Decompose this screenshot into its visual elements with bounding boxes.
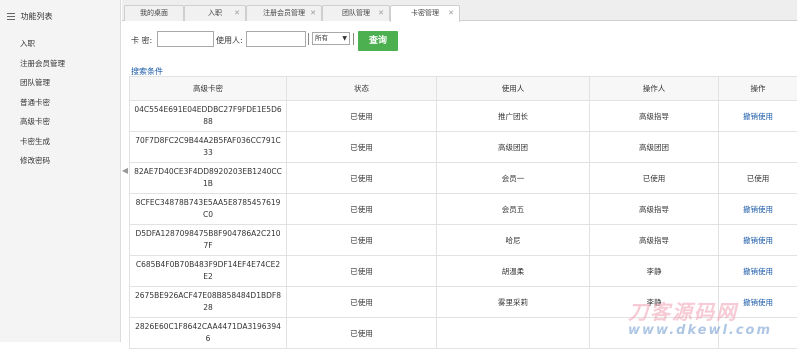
user-cell: 会员五 bbox=[437, 194, 590, 225]
operator-cell: 高级指导 bbox=[590, 101, 719, 132]
close-icon[interactable]: ✕ bbox=[310, 6, 316, 21]
user-cell: 胡温柔 bbox=[437, 256, 590, 287]
revoke-use-link[interactable]: 撤销使用 bbox=[743, 267, 773, 276]
action-cell: 撤销使用 bbox=[719, 194, 797, 225]
status-cell: 已使用 bbox=[287, 256, 437, 287]
user-cell bbox=[437, 318, 590, 349]
operator-cell: 李静 bbox=[590, 256, 719, 287]
user-cell: 推广团长 bbox=[437, 101, 590, 132]
tab-desktop[interactable]: 我的桌面 bbox=[124, 5, 184, 21]
card-label: 卡 密: bbox=[131, 35, 152, 46]
tab-member-management[interactable]: 注册会员管理 ✕ bbox=[246, 5, 322, 21]
collapse-sidebar-icon[interactable]: ◀ bbox=[121, 160, 129, 182]
operator-cell: 高级指导 bbox=[590, 225, 719, 256]
card-input[interactable] bbox=[157, 31, 214, 47]
table-row: 82AE7D40CE3F4DD8920203EB1240CC1B 已使用 会员一… bbox=[130, 163, 797, 194]
table-row: 8CFEC34878B743E5AA5E8785457619C0 已使用 会员五… bbox=[130, 194, 797, 225]
status-select[interactable]: 所有 ▼ bbox=[312, 32, 350, 45]
user-cell: 哈尼 bbox=[437, 225, 590, 256]
tab-label: 卡密管理 bbox=[411, 9, 439, 17]
sidebar: 功能列表 入职 注册会员管理 团队管理 普通卡密 高级卡密 卡密生成 修改密码 bbox=[0, 0, 121, 342]
status-cell: 已使用 bbox=[287, 194, 437, 225]
tab-onboarding[interactable]: 入职 ✕ bbox=[184, 5, 246, 21]
sidebar-item-change-password[interactable]: 修改密码 bbox=[0, 151, 120, 171]
revoke-use-link[interactable]: 撤销使用 bbox=[743, 236, 773, 245]
table-row: 04C554E691E04EDDBC27F9FDE1E5D688 已使用 推广团… bbox=[130, 101, 797, 132]
tab-label: 团队管理 bbox=[342, 9, 370, 17]
table-header-row: 高级卡密 状态 使用人 操作人 操作 bbox=[130, 77, 797, 101]
status-cell: 已使用 bbox=[287, 318, 437, 349]
sidebar-item-card-generation[interactable]: 卡密生成 bbox=[0, 132, 120, 152]
card-code-cell: 2675BE926ACF47E08B858484D1BDF828 bbox=[130, 287, 287, 318]
tab-label: 我的桌面 bbox=[140, 9, 168, 17]
divider bbox=[308, 33, 309, 45]
status-cell: 已使用 bbox=[287, 101, 437, 132]
operator-cell: 已使用 bbox=[590, 163, 719, 194]
close-icon[interactable]: ✕ bbox=[234, 6, 240, 21]
tab-label: 注册会员管理 bbox=[263, 9, 305, 17]
close-icon[interactable]: ✕ bbox=[378, 6, 384, 21]
card-code-cell: 70F7D8FC2C9B44A2B5FAF036CC791C33 bbox=[130, 132, 287, 163]
action-cell: 撤销使用 bbox=[719, 101, 797, 132]
table-row: D5DFA1287098475B8F904786A2C2107F 已使用 哈尼 … bbox=[130, 225, 797, 256]
tab-team-management[interactable]: 团队管理 ✕ bbox=[322, 5, 390, 21]
table-row: 70F7D8FC2C9B44A2B5FAF036CC791C33 已使用 高级团… bbox=[130, 132, 797, 163]
status-cell: 已使用 bbox=[287, 132, 437, 163]
column-header-user: 使用人 bbox=[437, 77, 590, 101]
card-code-cell: 82AE7D40CE3F4DD8920203EB1240CC1B bbox=[130, 163, 287, 194]
divider bbox=[353, 33, 354, 45]
sidebar-item-onboarding[interactable]: 入职 bbox=[0, 34, 120, 54]
sidebar-item-normal-cards[interactable]: 普通卡密 bbox=[0, 93, 120, 113]
tab-card-management[interactable]: 卡密管理 ✕ bbox=[390, 5, 460, 22]
card-code-cell: C685B4F0B70B483F9DF14EF4E74CE2E2 bbox=[130, 256, 287, 287]
sidebar-item-team-management[interactable]: 团队管理 bbox=[0, 73, 120, 93]
sidebar-item-member-management[interactable]: 注册会员管理 bbox=[0, 54, 120, 74]
status-cell: 已使用 bbox=[287, 225, 437, 256]
status-cell: 已使用 bbox=[287, 287, 437, 318]
user-cell: 雾里采莉 bbox=[437, 287, 590, 318]
table-row: C685B4F0B70B483F9DF14EF4E74CE2E2 已使用 胡温柔… bbox=[130, 256, 797, 287]
column-header-status: 状态 bbox=[287, 77, 437, 101]
column-header-operator: 操作人 bbox=[590, 77, 719, 101]
sidebar-header: 功能列表 bbox=[0, 0, 120, 34]
status-cell: 已使用 bbox=[287, 163, 437, 194]
menu-icon bbox=[7, 11, 15, 22]
card-code-cell: D5DFA1287098475B8F904786A2C2107F bbox=[130, 225, 287, 256]
user-cell: 会员一 bbox=[437, 163, 590, 194]
operator-cell: 高级指导 bbox=[590, 194, 719, 225]
action-cell: 已使用 bbox=[719, 163, 797, 194]
tab-label: 入职 bbox=[208, 9, 222, 17]
action-cell: 撤销使用 bbox=[719, 256, 797, 287]
query-button[interactable]: 查询 bbox=[358, 31, 398, 51]
action-cell: 撤销使用 bbox=[719, 225, 797, 256]
sidebar-title: 功能列表 bbox=[21, 12, 53, 21]
user-input[interactable] bbox=[246, 31, 306, 47]
sidebar-item-premium-cards[interactable]: 高级卡密 bbox=[0, 112, 120, 132]
chevron-down-icon: ▼ bbox=[342, 33, 347, 44]
column-header-card: 高级卡密 bbox=[130, 77, 287, 101]
revoke-use-link[interactable]: 撤销使用 bbox=[743, 112, 773, 121]
tab-bar: 我的桌面 入职 ✕ 注册会员管理 ✕ 团队管理 ✕ 卡密管理 ✕ bbox=[122, 0, 797, 21]
card-code-cell: 8CFEC34878B743E5AA5E8785457619C0 bbox=[130, 194, 287, 225]
user-label: 使用人: bbox=[216, 35, 243, 46]
watermark-logo: 刀客源码网 bbox=[628, 296, 738, 325]
column-header-action: 操作 bbox=[719, 77, 797, 101]
watermark-url: www.dkewl.com bbox=[628, 323, 772, 338]
action-cell bbox=[719, 132, 797, 163]
user-cell: 高级团团 bbox=[437, 132, 590, 163]
close-icon[interactable]: ✕ bbox=[448, 6, 454, 21]
revoke-use-link[interactable]: 撤销使用 bbox=[743, 298, 773, 307]
card-code-cell: 04C554E691E04EDDBC27F9FDE1E5D688 bbox=[130, 101, 287, 132]
revoke-use-link[interactable]: 撤销使用 bbox=[743, 205, 773, 214]
status-select-value: 所有 bbox=[315, 34, 328, 42]
card-code-cell: 2826E60C1F8642CAA4471DA31963946 bbox=[130, 318, 287, 349]
operator-cell: 高级团团 bbox=[590, 132, 719, 163]
